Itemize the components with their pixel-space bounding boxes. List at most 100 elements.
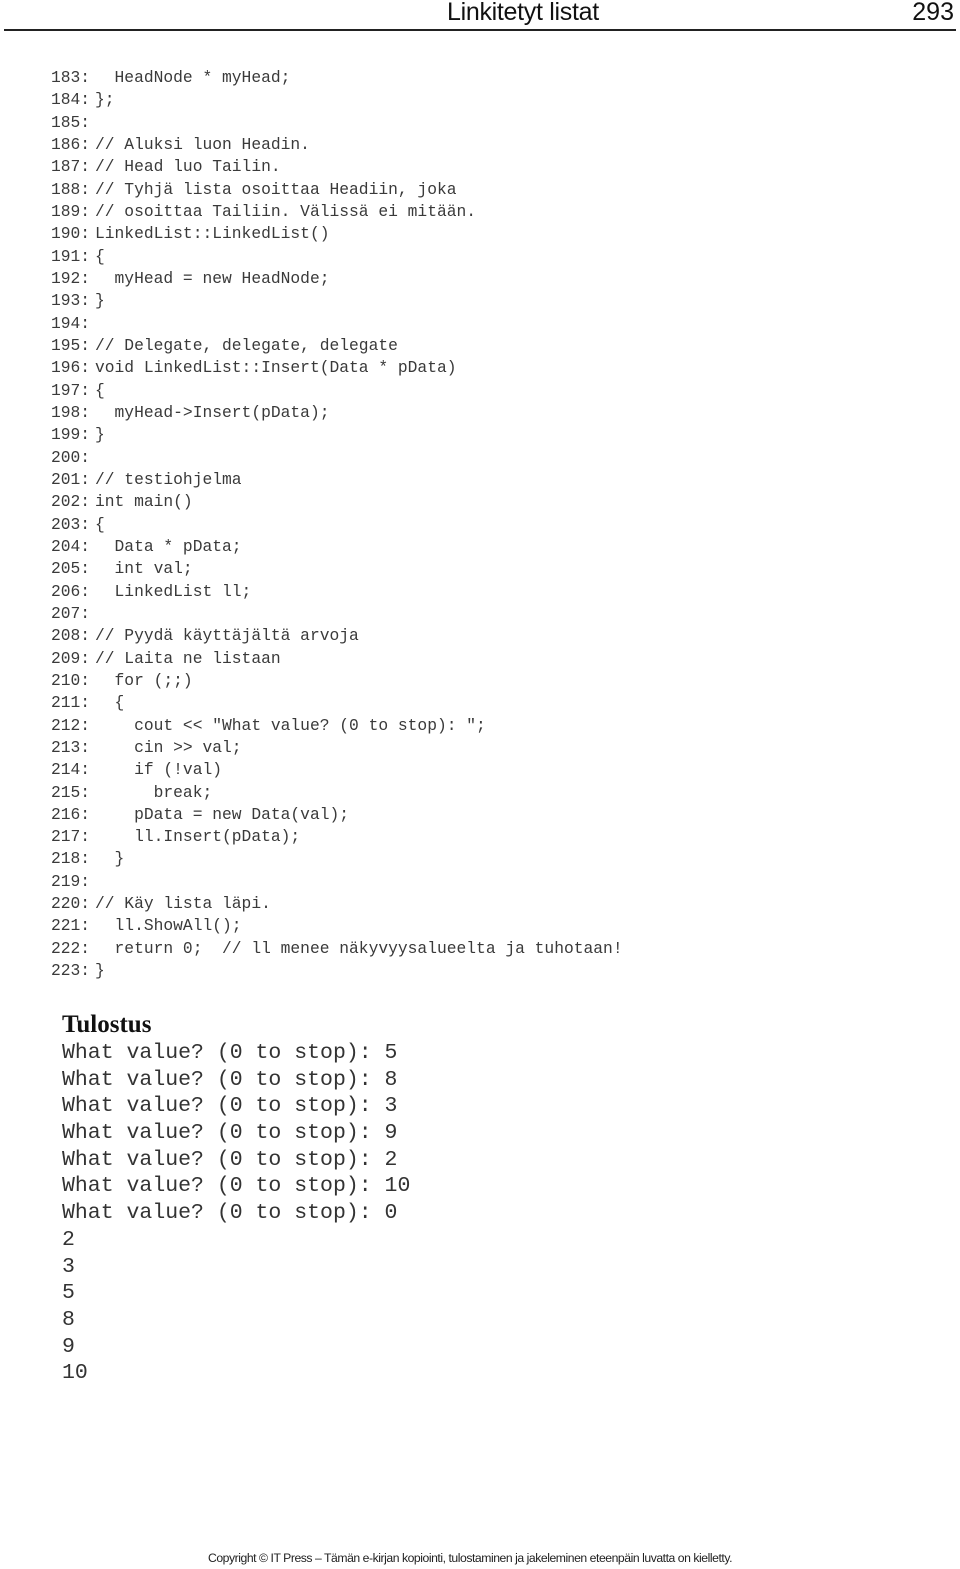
output-heading: Tulostus xyxy=(62,1011,152,1038)
line-number: 185: xyxy=(51,112,91,132)
code-text: int main() xyxy=(95,492,193,512)
page-number: 293 xyxy=(912,0,954,26)
code-line: 192: myHead = new HeadNode; xyxy=(51,268,623,290)
code-text: // osoittaa Tailiin. Välissä ei mitään. xyxy=(95,201,477,221)
code-line: 194: xyxy=(51,313,623,335)
program-output: What value? (0 to stop): 5 What value? (0… xyxy=(62,1040,410,1387)
code-line: 215: break; xyxy=(51,782,623,804)
code-line: 200: xyxy=(51,447,623,469)
code-text: // Tyhjä lista osoittaa Headiin, joka xyxy=(95,179,457,199)
code-line: 196: void LinkedList::Insert(Data * pData… xyxy=(51,357,623,379)
code-text: cout << "What value? (0 to stop): "; xyxy=(95,715,486,735)
output-line: What value? (0 to stop): 0 xyxy=(62,1201,398,1226)
line-number: 189: xyxy=(51,201,91,221)
code-line: 216: pData = new Data(val); xyxy=(51,804,623,826)
code-listing: 183: HeadNode * myHead; 184:}; 185: 186:// … xyxy=(51,67,623,982)
line-number: 201: xyxy=(51,469,91,489)
code-line: 183: HeadNode * myHead; xyxy=(51,67,623,89)
code-line: 208:// Pyydä käyttäjältä arvoja xyxy=(51,625,623,647)
code-line: 186:// Aluksi luon Headin. xyxy=(51,134,623,156)
output-line: What value? (0 to stop): 9 xyxy=(62,1121,398,1146)
code-line: 218: } xyxy=(51,848,623,870)
code-line: 202: int main() xyxy=(51,491,623,513)
output-line: What value? (0 to stop): 2 xyxy=(62,1147,398,1172)
code-text: void LinkedList::Insert(Data * pData) xyxy=(95,358,457,378)
code-text: // Delegate, delegate, delegate xyxy=(95,335,398,355)
code-text: // Käy lista läpi. xyxy=(95,894,271,914)
code-text: // Laita ne listaan xyxy=(95,648,281,668)
code-text: { xyxy=(95,380,105,400)
code-text: { xyxy=(95,246,105,266)
line-number: 209: xyxy=(51,648,91,668)
code-line: 184:}; xyxy=(51,89,623,111)
line-number: 210: xyxy=(51,670,91,690)
code-text: }; xyxy=(95,90,115,110)
code-text: HeadNode * myHead; xyxy=(95,68,291,87)
line-number: 186: xyxy=(51,134,91,154)
line-number: 197: xyxy=(51,380,91,400)
line-number: 217: xyxy=(51,827,91,847)
code-text: } xyxy=(95,849,125,869)
line-number: 218: xyxy=(51,849,91,869)
code-line: 217: ll.Insert(pData); xyxy=(51,826,623,848)
line-number: 183: xyxy=(51,68,91,87)
output-line: 5 xyxy=(62,1281,75,1306)
code-line: 219: xyxy=(51,871,623,893)
output-line: 9 xyxy=(62,1334,75,1359)
code-text: return 0; // ll menee näkyvyysalueelta j… xyxy=(95,938,623,958)
code-text: // Head luo Tailin. xyxy=(95,157,281,177)
line-number: 193: xyxy=(51,291,91,311)
code-line: 193:} xyxy=(51,290,623,312)
code-text: // testiohjelma xyxy=(95,469,242,489)
line-number: 215: xyxy=(51,782,91,802)
code-line: 198: myHead->Insert(pData); xyxy=(51,402,623,424)
page-header: Linkitetyt listat 293 xyxy=(0,0,960,32)
line-number: 206: xyxy=(51,581,91,601)
line-number: 190: xyxy=(51,224,91,244)
code-text: ll.Insert(pData); xyxy=(95,827,301,847)
line-number: 205: xyxy=(51,559,91,579)
line-number: 208: xyxy=(51,626,91,646)
line-number: 188: xyxy=(51,179,91,199)
code-line: 213: cin >> val; xyxy=(51,737,623,759)
header-divider xyxy=(4,29,956,31)
line-number: 202: xyxy=(51,492,91,512)
output-line: What value? (0 to stop): 10 xyxy=(62,1174,411,1199)
code-line: 201:// testiohjelma xyxy=(51,469,623,491)
code-text: // Aluksi luon Headin. xyxy=(95,134,310,154)
chapter-title: Linkitetyt listat xyxy=(447,0,599,26)
code-line: 211: { xyxy=(51,692,623,714)
code-line: 212: cout << "What value? (0 to stop): "… xyxy=(51,715,623,737)
line-number: 195: xyxy=(51,335,91,355)
output-line: 10 xyxy=(62,1361,88,1386)
line-number: 191: xyxy=(51,246,91,266)
code-line: 195:// Delegate, delegate, delegate xyxy=(51,335,623,357)
line-number: 211: xyxy=(51,693,91,713)
line-number: 199: xyxy=(51,425,91,445)
line-number: 213: xyxy=(51,737,91,757)
code-line: 189:// osoittaa Tailiin. Välissä ei mitä… xyxy=(51,201,623,223)
output-line: 2 xyxy=(62,1227,75,1252)
output-line: What value? (0 to stop): 5 xyxy=(62,1041,398,1065)
code-text: ll.ShowAll(); xyxy=(95,916,242,936)
code-line: 197:{ xyxy=(51,380,623,402)
code-line: 199:} xyxy=(51,424,623,446)
code-line: 223:} xyxy=(51,960,623,982)
line-number: 219: xyxy=(51,871,91,891)
code-line: 191:{ xyxy=(51,246,623,268)
code-line: 185: xyxy=(51,112,623,134)
code-text: } xyxy=(95,961,105,981)
code-line: 220:// Käy lista läpi. xyxy=(51,893,623,915)
line-number: 221: xyxy=(51,916,91,936)
code-line: 187:// Head luo Tailin. xyxy=(51,156,623,178)
code-text: { xyxy=(95,693,125,713)
line-number: 216: xyxy=(51,804,91,824)
output-line: What value? (0 to stop): 8 xyxy=(62,1067,398,1092)
line-number: 220: xyxy=(51,894,91,914)
code-line: 188:// Tyhjä lista osoittaa Headiin, jok… xyxy=(51,179,623,201)
output-line: What value? (0 to stop): 3 xyxy=(62,1094,398,1119)
code-text: } xyxy=(95,425,105,445)
line-number: 187: xyxy=(51,157,91,177)
code-text: myHead = new HeadNode; xyxy=(95,268,330,288)
code-text: // Pyydä käyttäjältä arvoja xyxy=(95,626,359,646)
